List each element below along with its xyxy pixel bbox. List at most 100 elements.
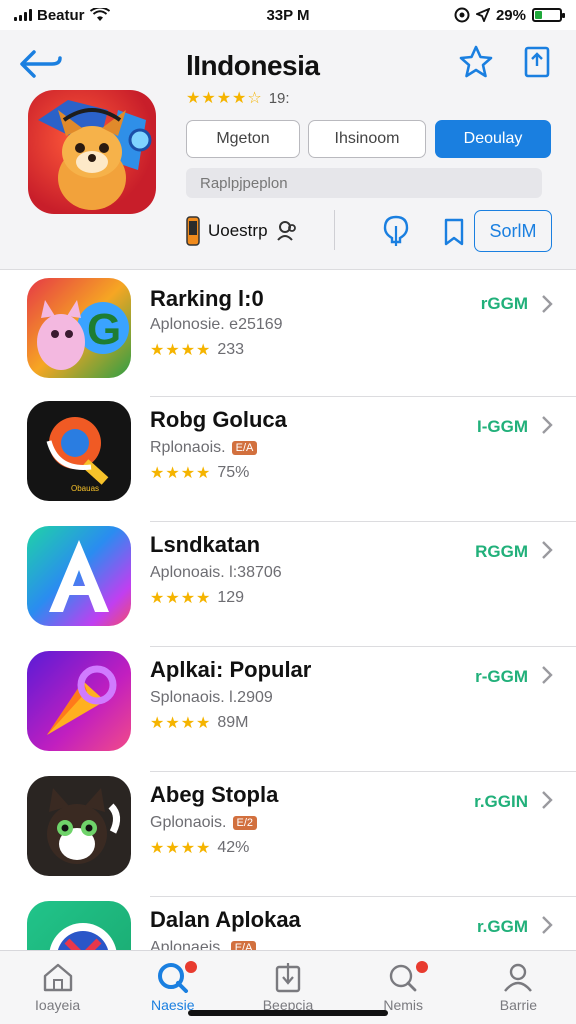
home-indicator bbox=[188, 1010, 388, 1016]
lock-rotation-icon bbox=[454, 7, 470, 23]
rating-stars: ★★★★ bbox=[150, 715, 212, 732]
app-name: Dalan Aplokaa bbox=[150, 907, 301, 932]
app-header: lIndonesia ★★★★☆ 19: Mgeton Ihsinoom Deo… bbox=[0, 30, 576, 270]
x-logo-app-icon bbox=[27, 901, 131, 950]
list-item[interactable]: Dalan Aplokaa Aplonaeis. E/A r.GGM bbox=[0, 897, 576, 950]
review-count: 129 bbox=[217, 589, 245, 606]
star-outline-icon bbox=[459, 45, 493, 78]
cat-g-app-icon: G bbox=[27, 278, 131, 378]
search-input[interactable]: Raplpjpeplon bbox=[186, 168, 542, 198]
search-placeholder: Raplpjpeplon bbox=[200, 174, 288, 192]
signal-icon bbox=[14, 9, 32, 21]
favorite-button[interactable] bbox=[458, 44, 494, 80]
app-rating: ★★★★ 129 bbox=[150, 588, 244, 608]
tab-label: Ioayeia bbox=[35, 997, 81, 1013]
share-icon bbox=[524, 46, 550, 78]
app-subtitle: Aplonaeis. E/A bbox=[150, 939, 257, 950]
app-subtitle-text: Aplonoais. l:38706 bbox=[150, 564, 282, 581]
status-bar: Beatur 33P M 29% bbox=[0, 0, 576, 30]
list-item[interactable]: G Rarking l:0 Aplonosie. e25169 ★★★★ 233 … bbox=[0, 272, 576, 397]
battery-percent: 29% bbox=[495, 6, 526, 24]
sort-button[interactable]: SorlM bbox=[474, 210, 552, 252]
rating-stars: ★★★★☆ bbox=[186, 90, 263, 107]
app-subtitle: Gplonaois. E/2 bbox=[150, 814, 258, 832]
header-divider bbox=[334, 210, 335, 250]
tab-home[interactable]: Ioayeia bbox=[0, 951, 115, 1024]
get-button[interactable]: rGGM bbox=[481, 294, 528, 314]
rating-stars: ★★★★ bbox=[150, 342, 212, 359]
app-name: Rarking l:0 bbox=[150, 286, 264, 311]
segment-ihsinoom[interactable]: Ihsinoom bbox=[308, 120, 426, 158]
page-title: lIndonesia bbox=[186, 50, 320, 81]
app-subtitle-text: Gplonaois. bbox=[150, 814, 227, 831]
rating-stars: ★★★★ bbox=[150, 840, 212, 857]
notification-dot bbox=[415, 961, 428, 973]
app-subtitle: Splonaois. l.2909 bbox=[150, 689, 273, 707]
get-button[interactable]: r.GGIN bbox=[474, 792, 528, 812]
status-time: 33P M bbox=[266, 6, 310, 24]
cone-app-icon bbox=[27, 651, 131, 751]
get-button[interactable]: r.GGM bbox=[477, 917, 528, 937]
segment-mgeton[interactable]: Mgeton bbox=[186, 120, 300, 158]
chevron-right-icon bbox=[542, 791, 553, 809]
list-item[interactable]: Lsndkatan Aplonoais. l:38706 ★★★★ 129 RGG… bbox=[0, 522, 576, 647]
back-button[interactable] bbox=[18, 44, 66, 84]
age-badge: E/2 bbox=[232, 816, 258, 830]
age-badge: E/A bbox=[230, 941, 257, 950]
carrier-label: Beatur bbox=[37, 6, 85, 24]
rating-stars: ★★★★ bbox=[150, 465, 212, 482]
chevron-right-icon bbox=[542, 541, 553, 559]
lightbulb-icon bbox=[383, 215, 409, 246]
developer-label: Uoestrp bbox=[208, 221, 268, 240]
chevron-right-icon bbox=[542, 416, 553, 434]
wifi-icon bbox=[89, 8, 110, 21]
tab-label: Nemis bbox=[383, 997, 424, 1013]
list-item[interactable]: Abeg Stopla Gplonaois. E/2 ★★★★ 42% r.GGIN bbox=[0, 772, 576, 897]
app-subtitle: Rplonaois. E/A bbox=[150, 439, 258, 457]
app-subtitle-text: Splonaois. l.2909 bbox=[150, 689, 273, 706]
get-button[interactable]: I-GGM bbox=[477, 417, 528, 437]
header-rating: ★★★★☆ 19: bbox=[186, 88, 290, 108]
get-button[interactable]: r-GGM bbox=[475, 667, 528, 687]
list-item[interactable]: Obauas Robg Goluca Rplonaois. E/A ★★★★ 75%… bbox=[0, 397, 576, 522]
app-subtitle: Aplonosie. e25169 bbox=[150, 316, 283, 334]
app-subtitle-text: Aplonaeis. bbox=[150, 939, 225, 950]
letter-a-app-icon bbox=[27, 526, 131, 626]
tab-label: Barrie bbox=[499, 997, 538, 1013]
back-arrow-icon bbox=[20, 50, 62, 78]
get-button[interactable]: RGGM bbox=[475, 542, 528, 562]
app-rating: ★★★★ 42% bbox=[150, 838, 249, 858]
battery-icon bbox=[532, 8, 565, 22]
svg-text:G: G bbox=[87, 305, 121, 354]
app-name: Robg Goluca bbox=[150, 407, 287, 432]
developer-link[interactable]: Uoestrp bbox=[186, 216, 298, 246]
bookmark-button[interactable] bbox=[440, 216, 466, 248]
age-badge: E/A bbox=[231, 441, 258, 455]
app-name: Aplkai: Popular bbox=[150, 657, 312, 682]
people-icon bbox=[276, 221, 296, 241]
review-count: 75% bbox=[217, 464, 250, 481]
home-icon bbox=[43, 963, 72, 992]
hint-button[interactable] bbox=[380, 214, 412, 248]
profile-icon bbox=[504, 963, 533, 992]
rating-stars: ★★★★ bbox=[150, 590, 212, 607]
tab-profile[interactable]: Barrie bbox=[461, 951, 576, 1024]
app-list: G Rarking l:0 Aplonosie. e25169 ★★★★ 233 … bbox=[0, 272, 576, 950]
app-subtitle: Aplonoais. l:38706 bbox=[150, 564, 282, 582]
review-count: 233 bbox=[217, 341, 245, 358]
phone-icon bbox=[186, 216, 200, 246]
app-name: Abeg Stopla bbox=[150, 782, 279, 807]
chevron-right-icon bbox=[542, 666, 553, 684]
segment-deoulay[interactable]: Deoulay bbox=[435, 120, 551, 158]
chevron-right-icon bbox=[542, 295, 553, 313]
app-subtitle-text: Aplonosie. e25169 bbox=[150, 316, 283, 333]
review-count: 89M bbox=[217, 714, 249, 731]
app-rating: ★★★★ 89M bbox=[150, 713, 249, 733]
apps-icon bbox=[275, 963, 301, 993]
rating-count: 19: bbox=[268, 89, 290, 107]
notification-dot bbox=[185, 961, 198, 973]
q-logo-app-icon: Obauas bbox=[27, 401, 131, 501]
list-item[interactable]: Aplkai: Popular Splonaois. l.2909 ★★★★ 89… bbox=[0, 647, 576, 772]
share-button[interactable] bbox=[520, 44, 556, 80]
featured-app-icon[interactable] bbox=[28, 90, 156, 214]
